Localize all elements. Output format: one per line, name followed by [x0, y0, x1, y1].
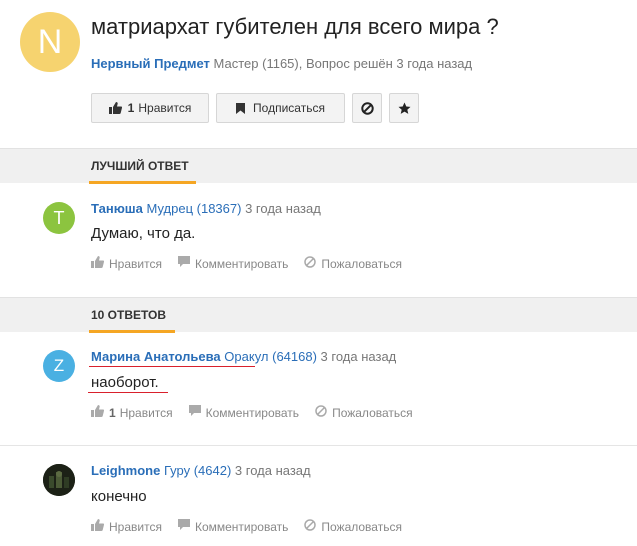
best-answer-like[interactable]: Нравится [91, 256, 162, 271]
answer-actions: 1 Нравится Комментировать Пожаловаться [91, 405, 429, 420]
question-title: матриархат губителен для всего мира ? [91, 14, 499, 39]
question-status: , Вопрос решён 3 года назад [298, 56, 473, 71]
like-count: 1 [109, 405, 116, 420]
best-answer-time: 3 года назад [245, 201, 321, 216]
like-count: 1 [127, 101, 135, 115]
answer-author-link[interactable]: Leighmone [91, 463, 160, 478]
subscribe-button[interactable]: Подписаться [216, 93, 345, 123]
block-button[interactable] [352, 93, 382, 123]
block-icon [304, 519, 321, 534]
best-answer-label: ЛУЧШИЙ ОТВЕТ [91, 159, 189, 173]
answer-divider [0, 445, 637, 446]
bookmark-icon [236, 102, 246, 114]
best-answer-actions: Нравится Комментировать Пожаловаться [91, 256, 418, 271]
best-answer-text: Думаю, что да. [91, 225, 196, 242]
favorite-button[interactable] [389, 93, 419, 123]
comment-label: Комментировать [194, 519, 289, 534]
answer-meta: Марина Анатольева Оракул (64168) 3 года … [91, 349, 396, 364]
comment-icon [188, 405, 206, 420]
question-author-link[interactable]: Нервный Предмет [91, 56, 210, 71]
like-label: Нравится [109, 519, 162, 534]
question-meta: Нервный Предмет Мастер (1165), Вопрос ре… [91, 56, 472, 71]
comment-icon [177, 519, 195, 534]
comment-icon [177, 256, 195, 271]
report-label: Пожаловаться [321, 256, 402, 271]
best-answer-author-link[interactable]: Танюша [91, 201, 143, 216]
best-answer-underline [89, 181, 196, 184]
answer-time: 3 года назад [320, 349, 397, 364]
block-icon [315, 405, 332, 420]
answer-actions: Нравится Комментировать Пожаловаться [91, 519, 418, 534]
like-button[interactable]: 1 Нравится [91, 93, 209, 123]
star-icon [398, 102, 411, 115]
block-icon [360, 101, 374, 115]
best-answer-avatar[interactable]: T [43, 202, 75, 234]
answers-underline [89, 330, 175, 333]
thumbs-up-icon [91, 256, 109, 271]
answer-rank[interactable]: Гуру (4642) [164, 463, 231, 478]
annotation-underline [89, 366, 255, 367]
best-answer-rank[interactable]: Мудрец (18367) [147, 201, 242, 216]
best-answer-meta: Танюша Мудрец (18367) 3 года назад [91, 201, 321, 216]
like-label: Нравится [119, 405, 173, 420]
answer-text: наоборот. [91, 374, 159, 391]
thumbs-up-icon [91, 519, 109, 534]
answers-count-label: 10 ОТВЕТОВ [91, 308, 167, 322]
report-label: Пожаловаться [332, 405, 413, 420]
answer-author-link[interactable]: Марина Анатольева [91, 349, 221, 364]
answer-comment[interactable]: Комментировать [177, 519, 289, 534]
like-label: Нравится [109, 256, 162, 271]
thumbs-up-icon [91, 405, 109, 420]
thumbs-up-icon [108, 102, 122, 114]
best-answer-comment[interactable]: Комментировать [177, 256, 289, 271]
annotation-underline [88, 392, 168, 393]
block-icon [304, 256, 321, 271]
like-label: Нравится [138, 101, 192, 115]
photo-avatar-icon[interactable] [43, 464, 75, 496]
answers-header: 10 ОТВЕТОВ [0, 297, 637, 333]
comment-label: Комментировать [205, 405, 300, 420]
question-avatar[interactable]: N [20, 12, 80, 72]
answer-like[interactable]: 1 Нравится [91, 405, 173, 420]
answer-comment[interactable]: Комментировать [188, 405, 300, 420]
comment-label: Комментировать [194, 256, 289, 271]
subscribe-label: Подписаться [253, 101, 325, 115]
answer-report[interactable]: Пожаловаться [304, 519, 402, 534]
report-label: Пожаловаться [321, 519, 402, 534]
answer-text: конечно [91, 488, 147, 505]
answer-meta: Leighmone Гуру (4642) 3 года назад [91, 463, 311, 478]
answer-report[interactable]: Пожаловаться [315, 405, 413, 420]
question-author-rank: Мастер (1165) [213, 56, 299, 71]
best-answer-report[interactable]: Пожаловаться [304, 256, 402, 271]
answer-rank[interactable]: Оракул (64168) [224, 349, 317, 364]
best-answer-header: ЛУЧШИЙ ОТВЕТ [0, 148, 637, 184]
answer-avatar[interactable]: Z [43, 350, 75, 382]
answer-like[interactable]: Нравится [91, 519, 162, 534]
answer-time: 3 года назад [234, 463, 311, 478]
